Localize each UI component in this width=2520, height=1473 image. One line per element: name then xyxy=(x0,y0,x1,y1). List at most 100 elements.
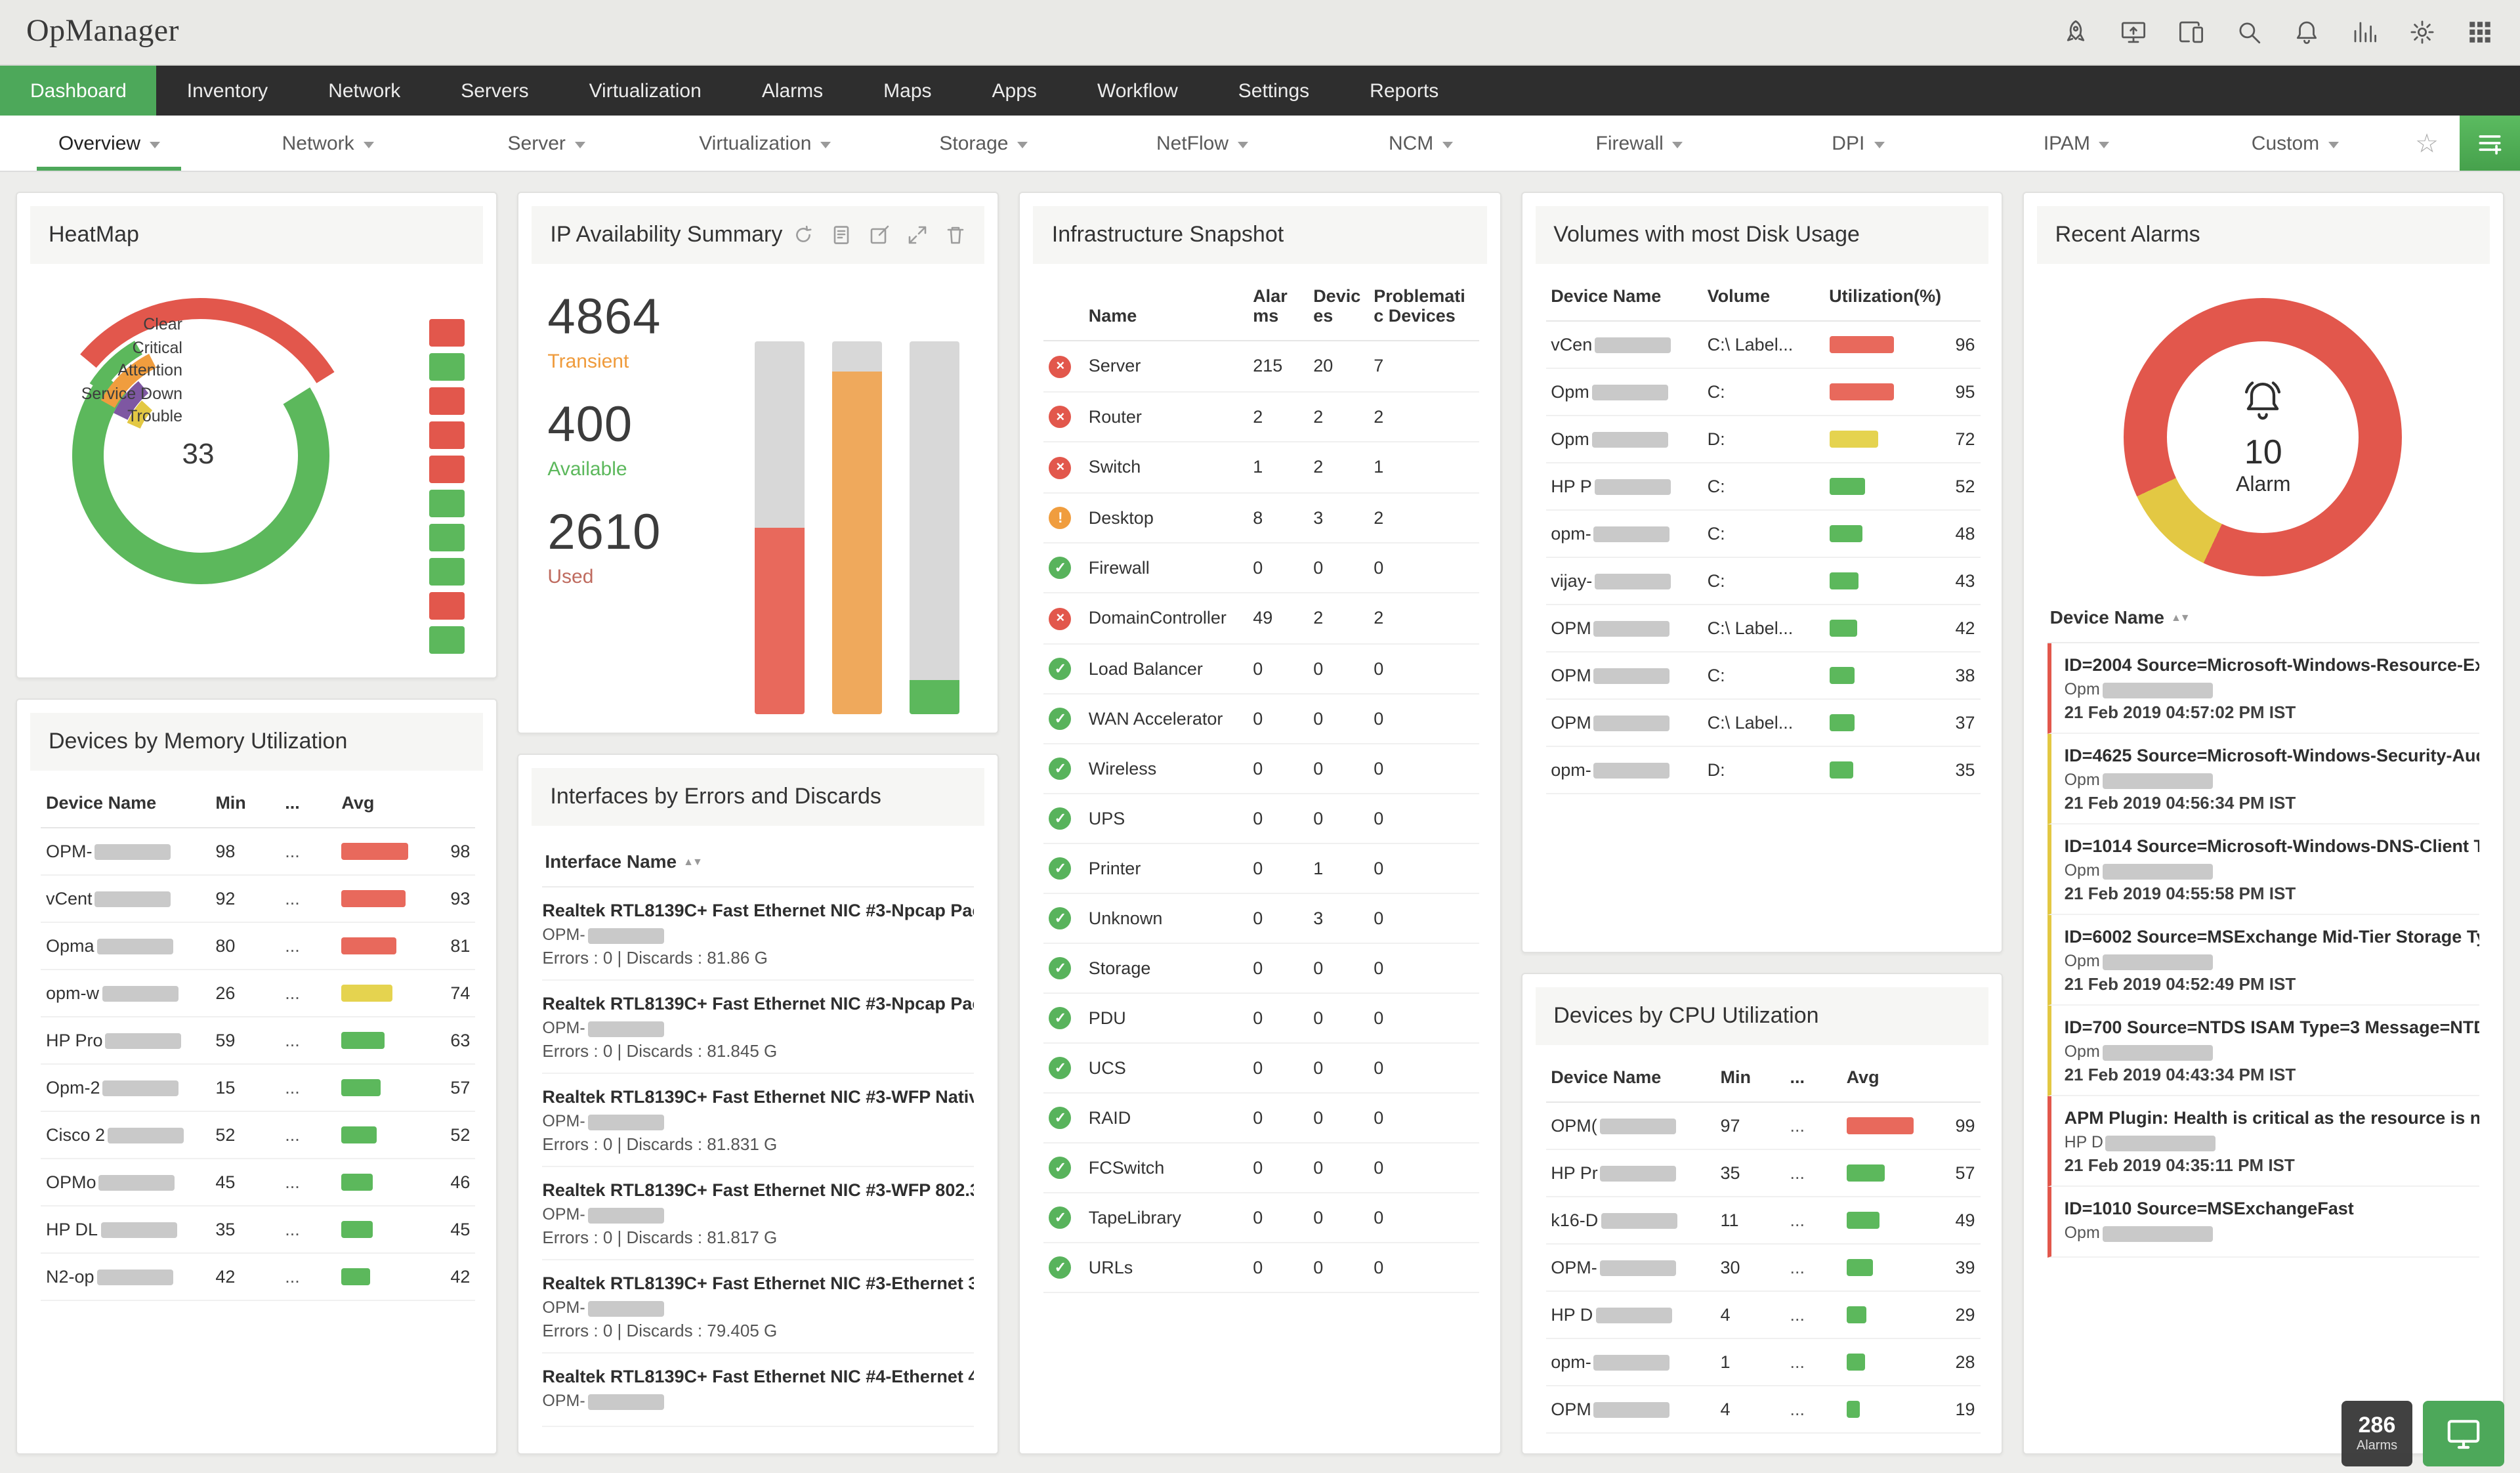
category-name-cell[interactable]: PDU xyxy=(1083,993,1248,1043)
table-row[interactable]: OPM 4 ... 19 xyxy=(1545,1386,1981,1434)
table-row[interactable]: OPM C:\ Label... 42 xyxy=(1545,605,1981,652)
category-name-cell[interactable]: URLs xyxy=(1083,1242,1248,1292)
main-nav-item[interactable]: Maps xyxy=(853,66,961,116)
chevron-down-icon[interactable] xyxy=(1238,141,1249,148)
chevron-down-icon[interactable] xyxy=(1874,141,1885,148)
table-row[interactable]: OPM C:\ Label... 37 xyxy=(1545,699,1981,747)
chevron-down-icon[interactable] xyxy=(1017,141,1028,148)
table-row[interactable]: Firewall 0 0 0 xyxy=(1043,543,1479,593)
main-nav-item[interactable]: Reports xyxy=(1339,66,1469,116)
table-row[interactable]: TapeLibrary 0 0 0 xyxy=(1043,1192,1479,1243)
table-row[interactable]: opm- C: 48 xyxy=(1545,510,1981,558)
category-name-cell[interactable]: Wireless xyxy=(1083,743,1248,794)
alarm-list-item[interactable]: APM Plugin: Health is critical as the re… xyxy=(2047,1096,2479,1187)
category-name-cell[interactable]: Load Balancer xyxy=(1083,643,1248,694)
chevron-down-icon[interactable] xyxy=(363,141,374,148)
notifications-bell-icon[interactable] xyxy=(2293,18,2320,46)
subnav-tab[interactable]: Overview xyxy=(0,116,219,171)
subnav-tab[interactable]: Storage xyxy=(874,116,1093,171)
rocket-icon[interactable] xyxy=(2062,18,2090,46)
table-row[interactable]: N2-op 42 ... 42 xyxy=(41,1253,476,1301)
col-mid[interactable]: ... xyxy=(1784,1053,1841,1103)
col-alarms[interactable]: Alarms xyxy=(1248,272,1309,341)
alarm-count-badge[interactable]: 286 Alarms xyxy=(2342,1401,2412,1466)
stacked-bar[interactable] xyxy=(832,341,883,714)
subnav-tab[interactable]: Server xyxy=(437,116,656,171)
alarm-list-item[interactable]: ID=6002 Source=MSExchange Mid-Tier Stora… xyxy=(2047,915,2479,1006)
category-name-cell[interactable]: Server xyxy=(1083,341,1248,392)
table-row[interactable]: Cisco 2 52 ... 52 xyxy=(41,1111,476,1159)
refresh-icon[interactable] xyxy=(793,224,814,245)
table-row[interactable]: Unknown 0 3 0 xyxy=(1043,893,1479,943)
main-nav-item[interactable]: Workflow xyxy=(1067,66,1208,116)
list-item[interactable]: Realtek RTL8139C+ Fast Ethernet NIC #3-W… xyxy=(542,1167,975,1260)
category-name-cell[interactable]: Switch xyxy=(1083,442,1248,493)
category-name-cell[interactable]: Storage xyxy=(1083,943,1248,993)
devices-sync-icon[interactable] xyxy=(2177,18,2205,46)
category-name-cell[interactable]: WAN Accelerator xyxy=(1083,693,1248,744)
category-name-cell[interactable]: Router xyxy=(1083,391,1248,442)
table-row[interactable]: HP D 4 ... 29 xyxy=(1545,1291,1981,1339)
alarm-list-item[interactable]: ID=700 Source=NTDS ISAM Type=3 Message=N… xyxy=(2047,1006,2479,1096)
table-row[interactable]: Router 2 2 2 xyxy=(1043,391,1479,442)
table-row[interactable]: HP Pr 35 ... 57 xyxy=(1545,1149,1981,1197)
col-name[interactable]: Name xyxy=(1083,272,1248,341)
main-nav-item[interactable]: Inventory xyxy=(157,66,298,116)
apps-grid-icon[interactable] xyxy=(2466,18,2494,46)
table-row[interactable]: vijay- C: 43 xyxy=(1545,557,1981,605)
alarm-list-item[interactable]: ID=2004 Source=Microsoft-Windows-Resourc… xyxy=(2047,643,2479,734)
table-row[interactable]: OPM( 97 ... 99 xyxy=(1545,1102,1981,1150)
col-utilization[interactable]: Utilization(%) xyxy=(1824,272,1981,322)
table-row[interactable]: Desktop 8 3 2 xyxy=(1043,492,1479,544)
table-row[interactable]: URLs 0 0 0 xyxy=(1043,1242,1479,1292)
list-item[interactable]: Realtek RTL8139C+ Fast Ethernet NIC #4-E… xyxy=(542,1354,975,1427)
chevron-down-icon[interactable] xyxy=(150,141,161,148)
table-row[interactable]: Printer 0 1 0 xyxy=(1043,843,1479,893)
main-nav-item[interactable]: Dashboard xyxy=(0,66,157,116)
subnav-tab[interactable]: Custom xyxy=(2186,116,2404,171)
table-row[interactable]: vCent 92 ... 93 xyxy=(41,875,476,923)
table-row[interactable]: OPM- 30 ... 39 xyxy=(1545,1244,1981,1292)
category-name-cell[interactable]: RAID xyxy=(1083,1092,1248,1143)
dashboard-menu-button[interactable] xyxy=(2460,116,2520,171)
category-name-cell[interactable]: DomainController xyxy=(1083,593,1248,644)
ip-availability-chart[interactable] xyxy=(755,290,960,733)
subnav-tab[interactable]: NetFlow xyxy=(1093,116,1311,171)
chevron-down-icon[interactable] xyxy=(2328,141,2340,148)
table-row[interactable]: HP P C: 52 xyxy=(1545,463,1981,511)
col-avg[interactable]: Avg xyxy=(336,779,476,828)
list-item[interactable]: Realtek RTL8139C+ Fast Ethernet NIC #3-W… xyxy=(542,1074,975,1167)
main-nav-item[interactable]: Apps xyxy=(962,66,1067,116)
category-name-cell[interactable]: Desktop xyxy=(1083,492,1248,544)
category-name-cell[interactable]: FCSwitch xyxy=(1083,1142,1248,1193)
favorite-star-icon[interactable] xyxy=(2415,127,2439,160)
list-header[interactable]: Interface Name xyxy=(542,836,975,887)
alarm-list-item[interactable]: ID=1014 Source=Microsoft-Windows-DNS-Cli… xyxy=(2047,824,2479,915)
alarm-list-item[interactable]: ID=4625 Source=Microsoft-Windows-Securit… xyxy=(2047,734,2479,824)
list-item[interactable]: Realtek RTL8139C+ Fast Ethernet NIC #3-E… xyxy=(542,1260,975,1354)
subnav-tab[interactable]: NCM xyxy=(1312,116,1530,171)
quick-view-button[interactable] xyxy=(2423,1401,2504,1466)
table-row[interactable]: k16-D 11 ... 49 xyxy=(1545,1197,1981,1245)
table-row[interactable]: UPS 0 0 0 xyxy=(1043,793,1479,843)
col-device-name[interactable]: Device Name xyxy=(1545,1053,1715,1103)
col-problematic[interactable]: Problematic Devices xyxy=(1368,272,1479,341)
table-row[interactable]: WAN Accelerator 0 0 0 xyxy=(1043,693,1479,744)
table-row[interactable]: Server 215 20 7 xyxy=(1043,341,1479,392)
table-row[interactable]: Opm C: 95 xyxy=(1545,368,1981,416)
table-row[interactable]: Wireless 0 0 0 xyxy=(1043,743,1479,794)
category-name-cell[interactable]: TapeLibrary xyxy=(1083,1192,1248,1243)
main-nav-item[interactable]: Virtualization xyxy=(559,66,732,116)
main-nav-item[interactable]: Alarms xyxy=(732,66,853,116)
main-nav-item[interactable]: Network xyxy=(298,66,430,116)
table-row[interactable]: HP Pro 59 ... 63 xyxy=(41,1017,476,1065)
table-row[interactable]: Opm-2 15 ... 57 xyxy=(41,1064,476,1112)
table-row[interactable]: HP DL 35 ... 45 xyxy=(41,1206,476,1254)
report-icon[interactable] xyxy=(831,224,852,245)
col-volume[interactable]: Volume xyxy=(1702,272,1824,322)
col-mid[interactable]: ... xyxy=(280,779,337,828)
table-row[interactable]: UCS 0 0 0 xyxy=(1043,1042,1479,1093)
table-row[interactable]: FCSwitch 0 0 0 xyxy=(1043,1142,1479,1193)
sort-icon[interactable] xyxy=(2171,611,2189,623)
alarm-list-item[interactable]: ID=1010 Source=MSExchangeFast Opm xyxy=(2047,1187,2479,1258)
